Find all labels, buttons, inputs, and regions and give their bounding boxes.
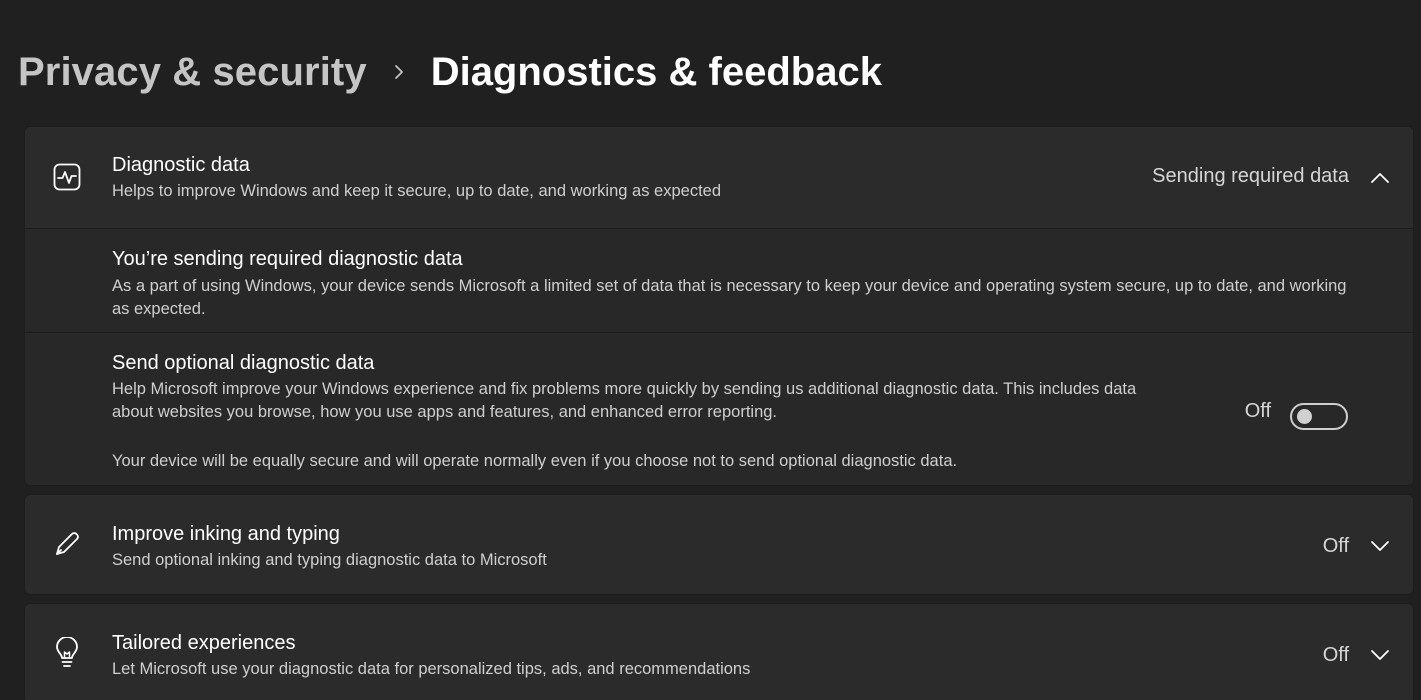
- tailored-experiences-status: Off: [1322, 644, 1349, 666]
- inking-typing-description: Send optional inking and typing diagnost…: [112, 551, 547, 569]
- diagnostic-data-header[interactable]: Diagnostic data Helps to improve Windows…: [25, 127, 1413, 229]
- inking-typing-title: Improve inking and typing: [112, 523, 340, 545]
- activity-monitor-icon: [51, 161, 83, 193]
- chevron-down-icon[interactable]: [1369, 535, 1391, 557]
- diagnostic-data-card: Diagnostic data Helps to improve Windows…: [24, 126, 1414, 486]
- toggle-knob: [1297, 409, 1312, 424]
- lightbulb-icon: [51, 637, 83, 669]
- chevron-right-icon: [367, 44, 431, 100]
- required-data-title: You’re sending required diagnostic data: [112, 248, 463, 270]
- optional-data-title: Send optional diagnostic data: [112, 352, 375, 374]
- optional-data-toggle[interactable]: [1290, 403, 1348, 430]
- diagnostic-data-description: Helps to improve Windows and keep it sec…: [112, 182, 722, 200]
- diagnostic-data-title: Diagnostic data: [112, 154, 250, 176]
- optional-data-note: Your device will be equally secure and w…: [112, 452, 958, 470]
- settings-page: Privacy & security Diagnostics & feedbac…: [0, 0, 1421, 700]
- tailored-experiences-title: Tailored experiences: [112, 632, 296, 654]
- optional-data-toggle-label: Off: [1244, 400, 1271, 422]
- breadcrumb: Privacy & security Diagnostics & feedbac…: [18, 44, 882, 100]
- optional-data-row: Send optional diagnostic data Help Micro…: [25, 334, 1413, 485]
- tailored-experiences-card[interactable]: Tailored experiences Let Microsoft use y…: [24, 603, 1414, 700]
- diagnostic-data-status: Sending required data: [1152, 165, 1349, 187]
- pen-icon: [51, 528, 83, 560]
- tailored-experiences-description: Let Microsoft use your diagnostic data f…: [112, 660, 751, 678]
- inking-typing-status: Off: [1322, 535, 1349, 557]
- inking-typing-card[interactable]: Improve inking and typing Send optional …: [24, 494, 1414, 595]
- required-data-description: As a part of using Windows, your device …: [112, 277, 1347, 318]
- chevron-up-icon[interactable]: [1369, 167, 1391, 189]
- optional-data-description: Help Microsoft improve your Windows expe…: [112, 380, 1137, 421]
- breadcrumb-parent-link[interactable]: Privacy & security: [18, 50, 367, 95]
- page-title: Diagnostics & feedback: [430, 49, 882, 94]
- chevron-down-icon[interactable]: [1369, 644, 1391, 666]
- required-data-row: You’re sending required diagnostic data …: [25, 230, 1413, 333]
